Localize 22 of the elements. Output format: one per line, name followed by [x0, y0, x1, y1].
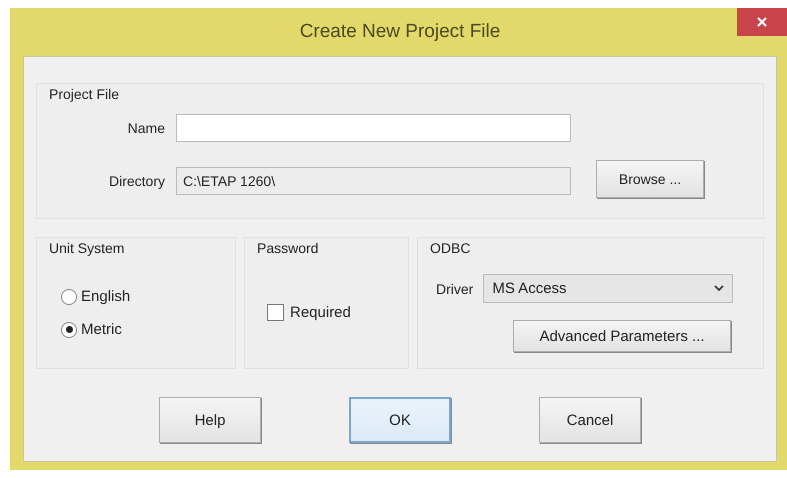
radio-option[interactable]: Metric — [61, 321, 130, 338]
field-label: Driver — [436, 280, 474, 296]
dialog-button[interactable]: Cancel — [539, 397, 641, 443]
chevron-down-icon — [714, 285, 724, 292]
driver-dropdown[interactable]: MS Access — [483, 274, 734, 303]
dialog-button[interactable]: Help — [159, 397, 261, 443]
dialog-button[interactable]: OK — [349, 397, 451, 443]
required-checkbox[interactable]: Required — [267, 304, 351, 321]
radio-option[interactable]: English — [61, 288, 130, 305]
field-label: Directory — [108, 173, 165, 189]
window-title: Create New Project File — [300, 21, 500, 43]
advanced-parameters-button[interactable]: Advanced Parameters ... — [513, 320, 731, 352]
group-label: Unit System — [49, 240, 124, 256]
browse-button[interactable]: Browse ... — [596, 160, 704, 198]
group-label: Password — [257, 240, 318, 256]
field-label: Name — [126, 120, 165, 136]
name-field[interactable] — [176, 114, 571, 142]
directory-field[interactable]: C:\ETAP 1260\ — [176, 167, 571, 195]
group-label: ODBC — [430, 240, 470, 256]
close-button[interactable] — [737, 8, 787, 36]
group-label: Project File — [49, 86, 120, 102]
close-icon — [756, 16, 768, 28]
